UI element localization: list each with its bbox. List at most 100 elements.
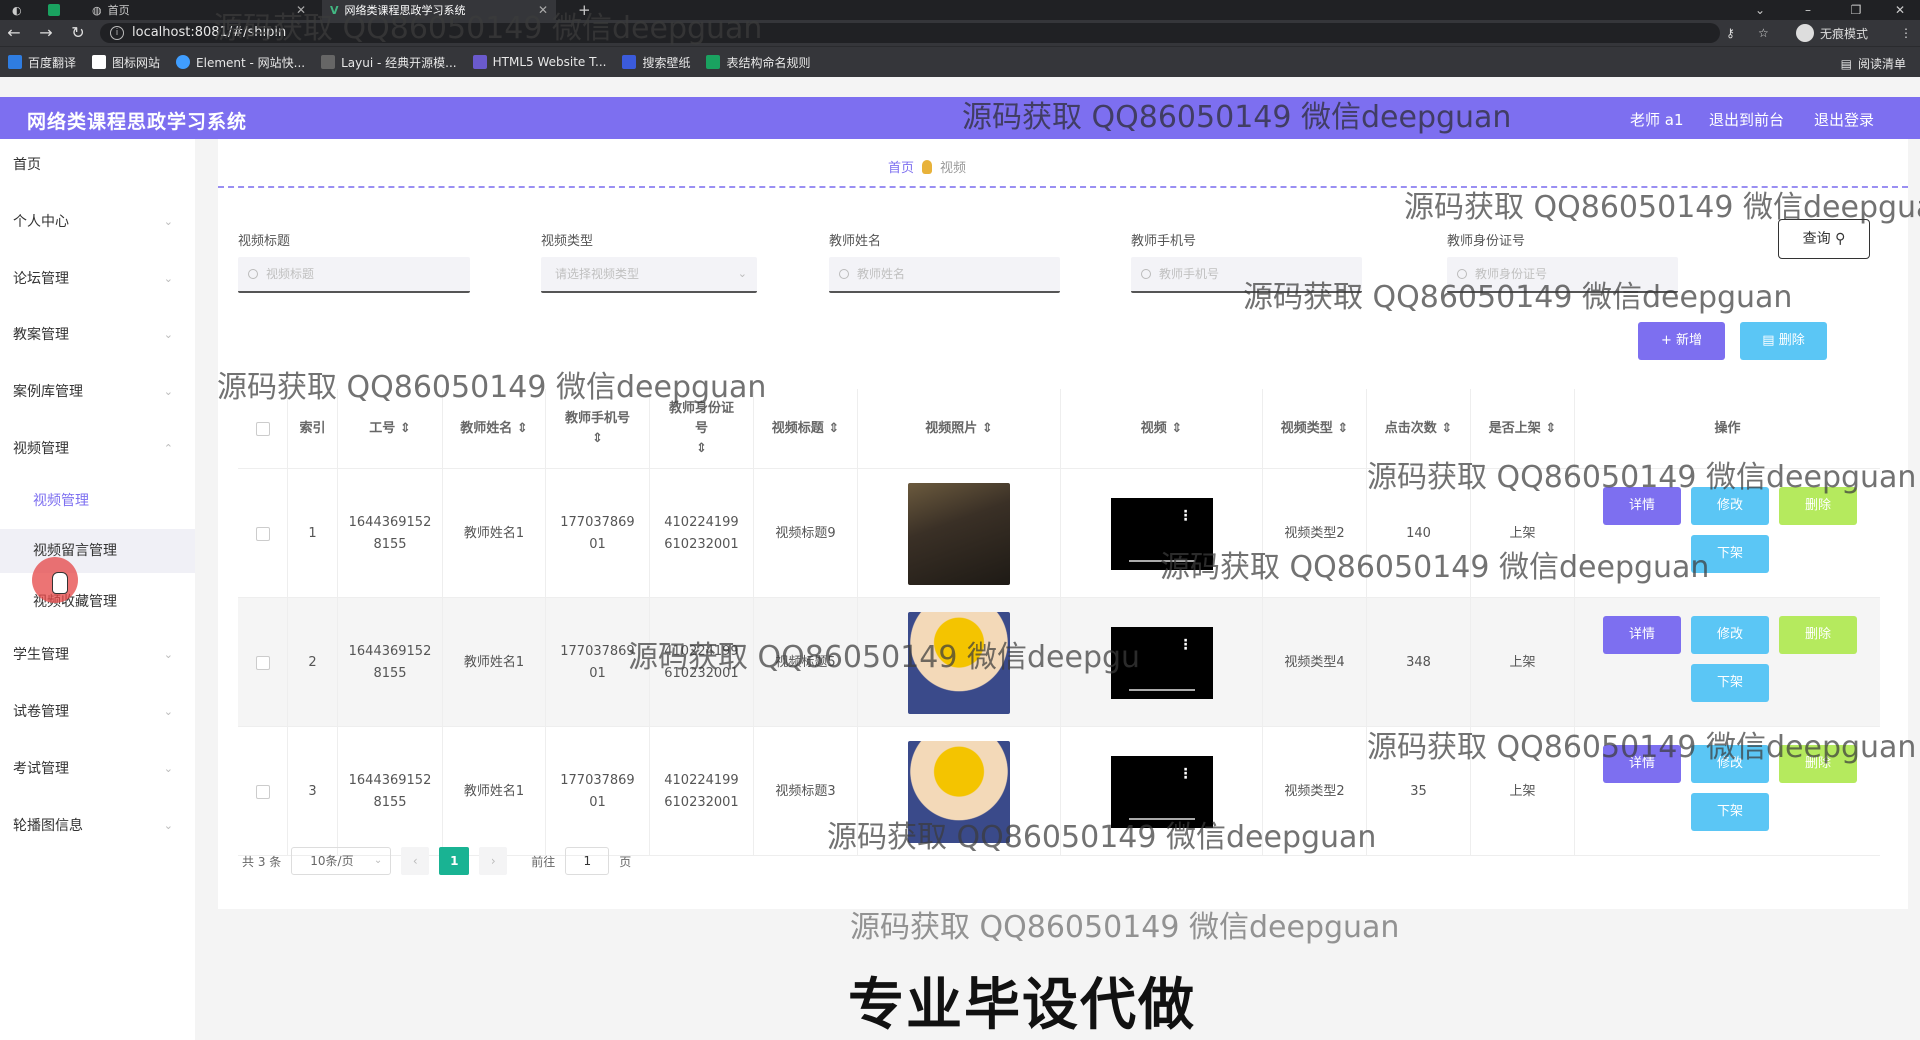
page-size-select[interactable]: 10条/页 ⌄ — [291, 847, 392, 875]
video-progress-bar[interactable] — [1128, 817, 1195, 820]
bookmark-item[interactable]: 百度翻译 — [8, 54, 76, 71]
row-checkbox[interactable] — [255, 526, 270, 541]
restore-icon[interactable]: ❐ — [1836, 0, 1876, 20]
bookmark-item[interactable]: Element - 网站快... — [176, 54, 305, 71]
row-checkbox[interactable] — [255, 784, 270, 799]
breadcrumb-home[interactable]: 首页 — [888, 157, 914, 176]
star-icon[interactable]: ☆ — [1758, 23, 1769, 43]
sidebar-item-carousel[interactable]: 轮播图信息 ⌄ — [0, 806, 195, 846]
current-user: 老师 a1 — [1630, 111, 1684, 129]
sidebar-item-exams[interactable]: 考试管理 ⌄ — [0, 749, 195, 789]
sidebar-item-case-library[interactable]: 案例库管理 ⌄ — [0, 372, 195, 412]
tab-search-icon[interactable]: ⌄ — [1740, 0, 1780, 20]
breadcrumb: 首页 视频 — [888, 157, 966, 176]
select-all-checkbox[interactable] — [255, 421, 270, 436]
new-tab-button[interactable]: + — [570, 0, 600, 20]
detail-button[interactable]: 详情 — [1603, 616, 1681, 654]
row-checkbox[interactable] — [255, 655, 270, 670]
more-icon[interactable]: ⋮ — [1179, 767, 1193, 781]
batch-delete-button[interactable]: ▤ 删除 — [1740, 322, 1827, 360]
teacher-phone-input[interactable]: 教师手机号 — [1131, 257, 1362, 293]
video-player[interactable]: ⋮ — [1110, 755, 1213, 828]
window-close-icon[interactable]: ✕ — [1880, 0, 1920, 20]
offshelf-button[interactable]: 下架 — [1691, 793, 1769, 831]
column-header[interactable]: 教师手机号 ⇕ — [546, 389, 650, 469]
next-page-button[interactable]: › — [479, 847, 508, 875]
edit-button[interactable]: 修改 — [1691, 616, 1769, 654]
close-tab-icon[interactable]: ✕ — [296, 3, 306, 17]
browser-tab-home[interactable]: ◍ 首页 ✕ — [84, 0, 314, 20]
query-button[interactable]: 查询 ⚲ — [1778, 219, 1870, 259]
video-photo[interactable] — [908, 611, 1010, 714]
video-photo[interactable] — [908, 740, 1010, 843]
sidebar-subitem-video-favorites[interactable]: 视频收藏管理 — [0, 580, 195, 624]
bookmark-item[interactable]: HTML5 Website T... — [472, 55, 606, 69]
video-progress-bar[interactable] — [1128, 688, 1195, 691]
reload-icon[interactable]: ↻ — [68, 23, 88, 43]
browser-menu-icon[interactable]: ◐ — [4, 0, 32, 20]
offshelf-button[interactable]: 下架 — [1691, 535, 1769, 573]
incognito-indicator[interactable]: 无痕模式 — [1796, 23, 1868, 43]
column-header[interactable]: 视频照片 ⇕ — [858, 389, 1061, 469]
edit-button[interactable]: 修改 — [1691, 487, 1769, 525]
exit-to-front-link[interactable]: 退出到前台 — [1709, 109, 1784, 130]
logout-link[interactable]: 退出登录 — [1814, 109, 1874, 130]
column-header[interactable]: 视频 ⇕ — [1061, 389, 1263, 469]
sidebar-item-home[interactable]: 首页 — [0, 145, 195, 185]
delete-button[interactable]: 删除 — [1779, 745, 1857, 783]
incognito-icon — [1796, 24, 1814, 42]
video-progress-bar[interactable] — [1128, 559, 1195, 562]
column-header[interactable]: 是否上架 ⇕ — [1471, 389, 1575, 469]
reading-list[interactable]: ▤ 阅读清单 — [1841, 55, 1906, 72]
video-player[interactable]: ⋮ — [1110, 626, 1213, 699]
back-icon[interactable]: ← — [4, 23, 24, 43]
column-header[interactable]: 工号 ⇕ — [338, 389, 443, 469]
sidebar-subitem-video-comments[interactable]: 视频留言管理 — [0, 529, 195, 573]
bookmark-item[interactable]: 搜索壁纸 — [622, 54, 690, 71]
column-header[interactable]: 教师身份证号 ⇕ — [650, 389, 754, 469]
detail-button[interactable]: 详情 — [1603, 487, 1681, 525]
column-header[interactable]: 视频标题 ⇕ — [754, 389, 858, 469]
url-field[interactable]: i localhost:8081/#/shipin — [100, 23, 1720, 43]
column-header[interactable]: 视频类型 ⇕ — [1263, 389, 1367, 469]
page-number-button[interactable]: 1 — [439, 847, 470, 875]
teacher-name-cell: 教师姓名1 — [443, 469, 546, 598]
teacher-idcard-input[interactable]: 教师身份证号 — [1447, 257, 1678, 293]
sidebar-item-video[interactable]: 视频管理 ⌃ — [0, 429, 195, 469]
delete-button[interactable]: 删除 — [1779, 487, 1857, 525]
browser-menu-dots-icon[interactable]: ⋮ — [1900, 23, 1912, 43]
teacher-name-input[interactable]: 教师姓名 — [829, 257, 1060, 293]
sidebar-item-papers[interactable]: 试卷管理 ⌄ — [0, 692, 195, 732]
sidebar-item-students[interactable]: 学生管理 ⌄ — [0, 635, 195, 675]
forward-icon[interactable]: → — [36, 23, 56, 43]
delete-button[interactable]: 删除 — [1779, 616, 1857, 654]
column-header[interactable]: 教师姓名 ⇕ — [443, 389, 546, 469]
bookmark-item[interactable]: 图标网站 — [92, 54, 160, 71]
bookmark-item[interactable]: 表结构命名规则 — [706, 54, 810, 71]
more-icon[interactable]: ⋮ — [1179, 638, 1193, 652]
offshelf-button[interactable]: 下架 — [1691, 664, 1769, 702]
browser-tab-pinned[interactable] — [40, 0, 80, 20]
detail-button[interactable]: 详情 — [1603, 745, 1681, 783]
video-title-input[interactable]: 视频标题 — [238, 257, 470, 293]
video-player[interactable]: ⋮ — [1110, 497, 1213, 570]
key-icon[interactable]: ⚷ — [1726, 23, 1735, 43]
sidebar-item-profile[interactable]: 个人中心 ⌄ — [0, 202, 195, 242]
minimize-icon[interactable]: – — [1788, 0, 1828, 20]
more-icon[interactable]: ⋮ — [1179, 509, 1193, 523]
video-photo[interactable] — [908, 482, 1010, 585]
browser-tab-system[interactable]: V 网络类课程思政学习系统 ✕ — [322, 0, 556, 20]
close-tab-icon[interactable]: ✕ — [538, 3, 548, 17]
add-button[interactable]: + 新增 — [1638, 322, 1725, 360]
column-header[interactable]: 点击次数 ⇕ — [1367, 389, 1471, 469]
sidebar-item-lesson-plan[interactable]: 教案管理 ⌄ — [0, 315, 195, 355]
video-type-select[interactable]: 请选择视频类型 ⌄ — [541, 257, 757, 293]
prev-page-button[interactable]: ‹ — [401, 847, 430, 875]
sidebar-item-forum[interactable]: 论坛管理 ⌄ — [0, 259, 195, 299]
bookmark-item[interactable]: Layui - 经典开源模... — [321, 54, 457, 71]
sidebar-subitem-video-manage[interactable]: 视频管理 — [0, 479, 195, 523]
edit-button[interactable]: 修改 — [1691, 745, 1769, 783]
site-info-icon[interactable]: i — [110, 26, 124, 40]
table-row: 2 1644369152 8155 教师姓名1 177037869 01 41022… — [238, 598, 1880, 727]
goto-page-input[interactable]: 1 — [565, 847, 610, 875]
